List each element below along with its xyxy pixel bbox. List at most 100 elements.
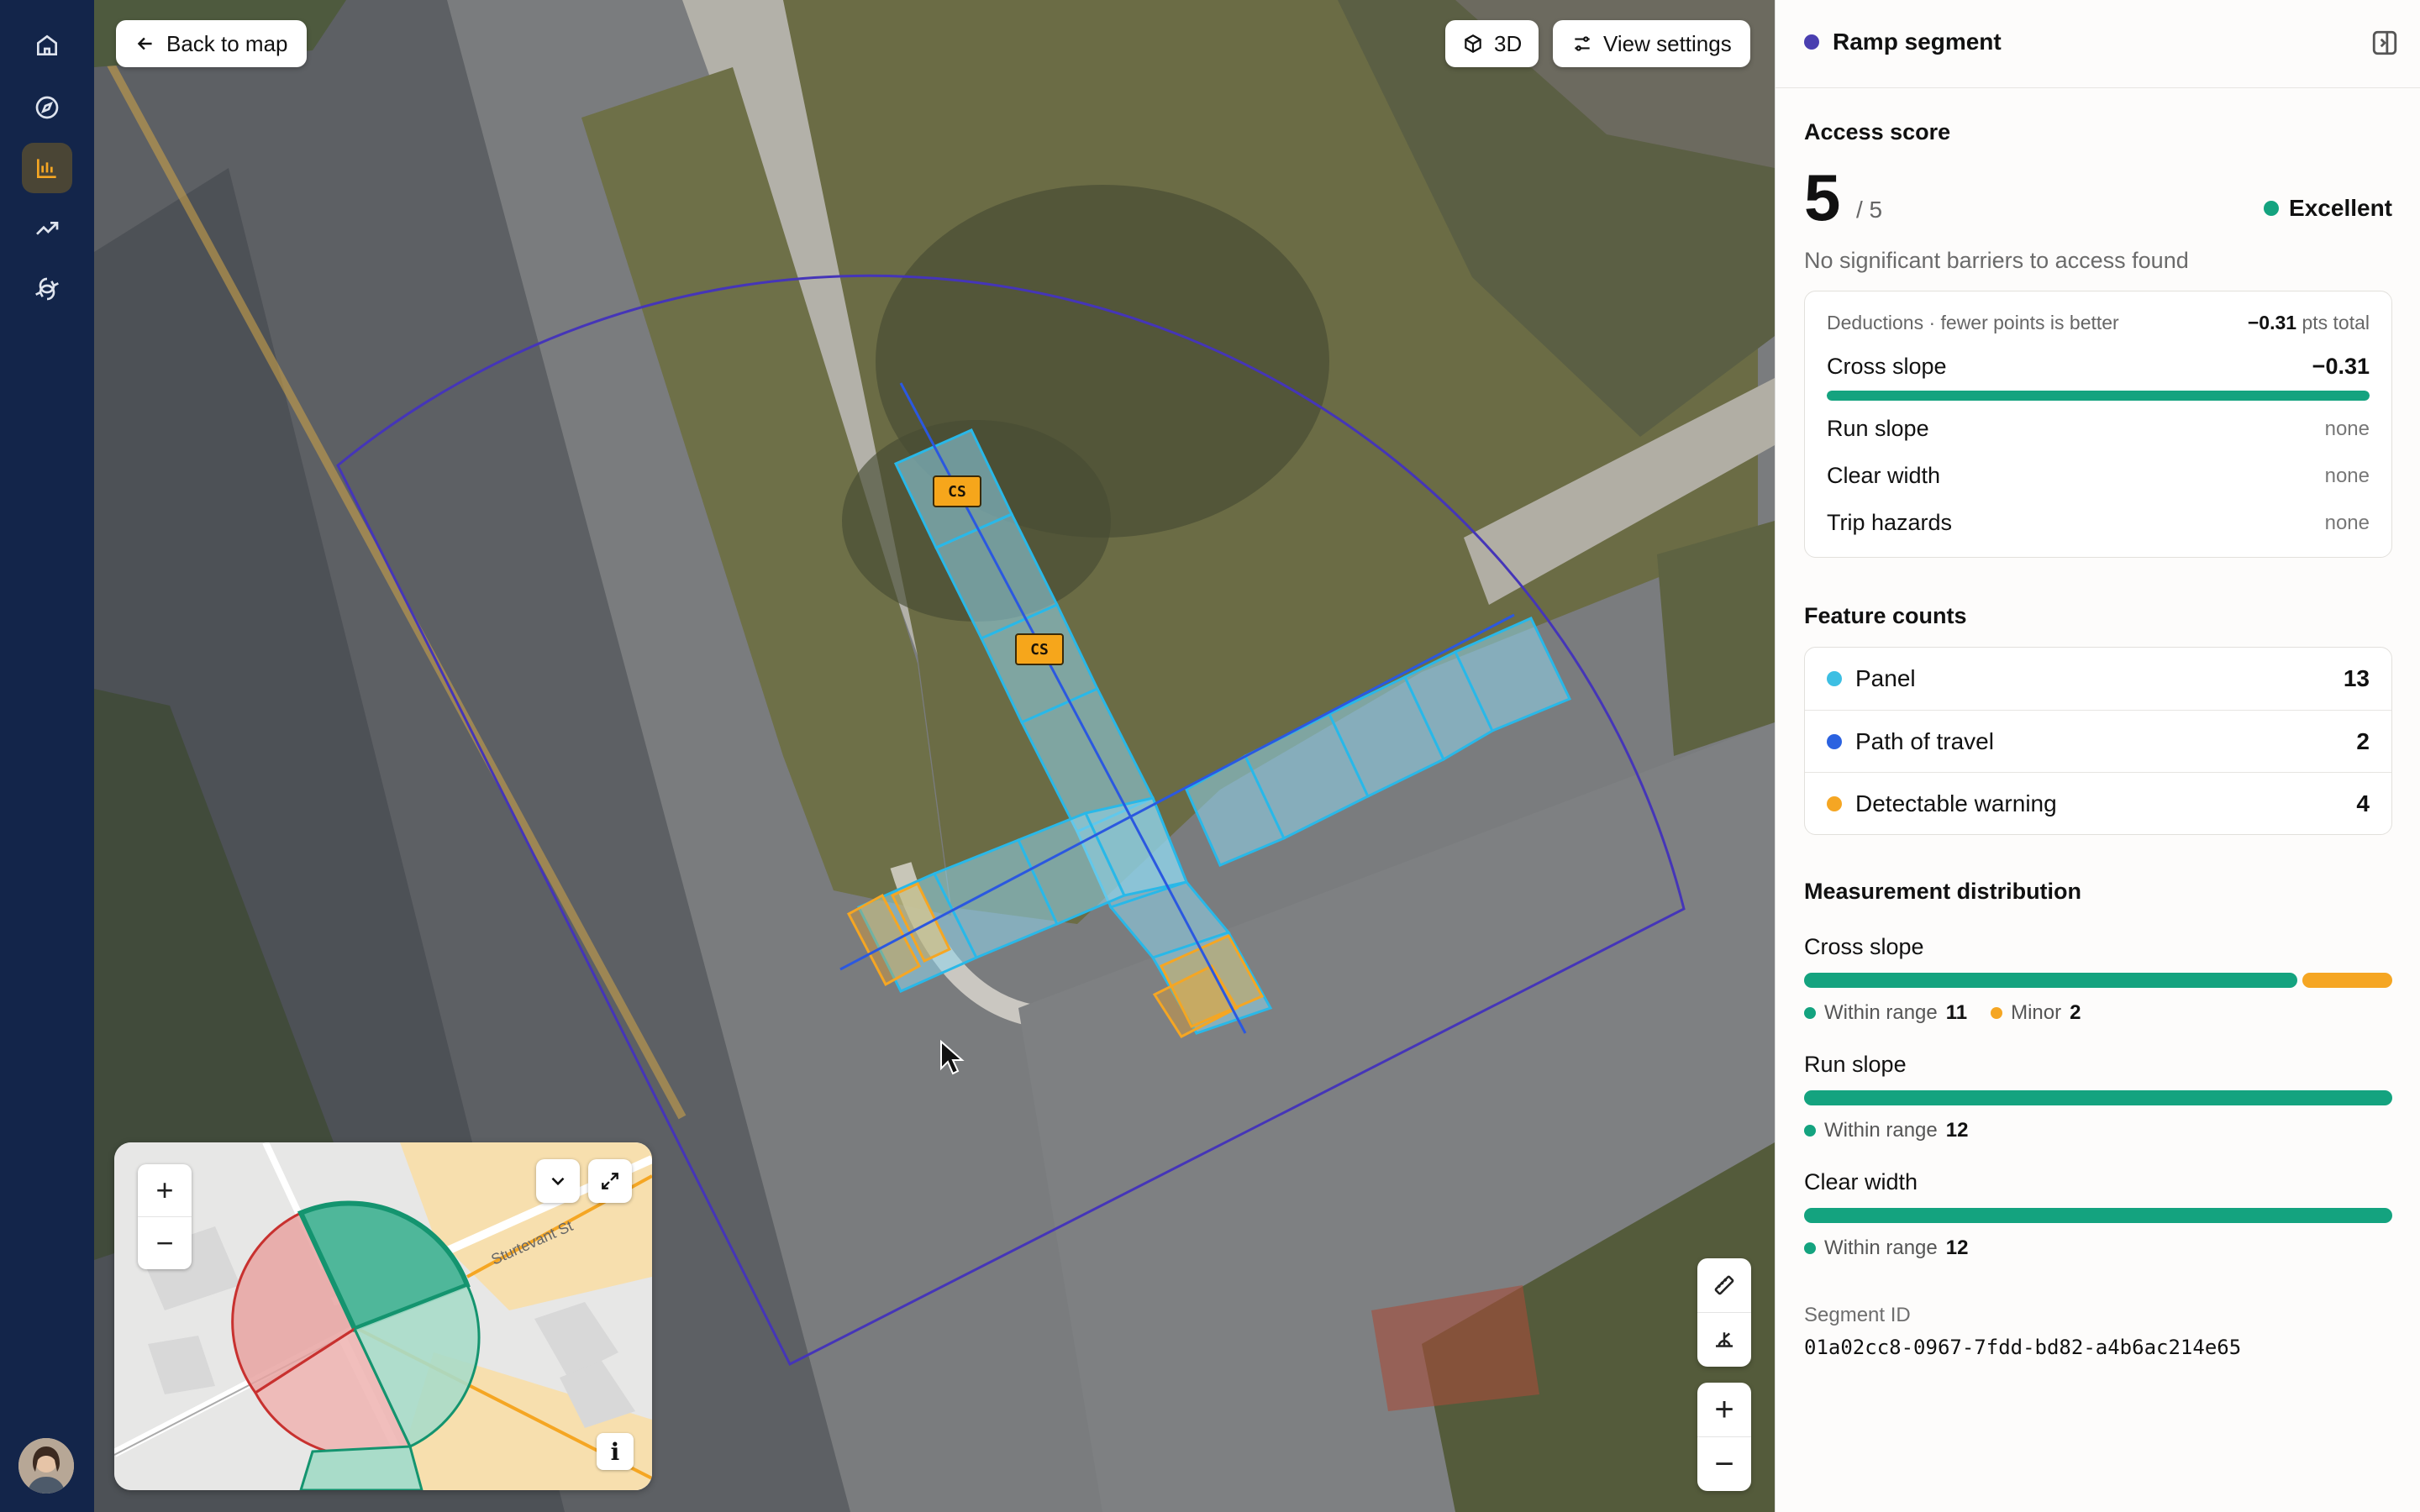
deduction-value: −0.31 bbox=[2312, 354, 2370, 379]
chevron-down-icon bbox=[551, 1177, 565, 1186]
ruler-icon bbox=[1714, 1275, 1734, 1295]
avatar[interactable] bbox=[18, 1438, 74, 1494]
minimap-expand-button[interactable] bbox=[588, 1159, 632, 1203]
deductions-card: Deductions · fewer points is better −0.3… bbox=[1804, 291, 2392, 558]
distribution-legend: Within range 11 Minor 2 bbox=[1804, 1001, 2096, 1025]
deduction-value: none bbox=[2324, 464, 2370, 487]
zoom-out-button[interactable]: − bbox=[1697, 1436, 1751, 1491]
within-range-count: 12 bbox=[1945, 1236, 1969, 1259]
panel-title-text: Ramp segment bbox=[1833, 29, 2002, 55]
minor-count: 2 bbox=[2070, 1001, 2081, 1024]
nav-explore[interactable] bbox=[22, 82, 72, 133]
route-icon bbox=[35, 277, 59, 301]
distribution-bar-run-slope bbox=[1804, 1090, 2392, 1105]
protractor-icon bbox=[1716, 1332, 1733, 1347]
feature-counts-card: Panel 13 Path of travel 2 Detectable war… bbox=[1804, 647, 2392, 835]
collapse-panel-icon[interactable] bbox=[2370, 29, 2399, 57]
view-3d-button[interactable]: 3D bbox=[1445, 20, 1539, 67]
deduction-label: Cross slope bbox=[1827, 354, 1947, 379]
ruler-tool-button[interactable] bbox=[1697, 1258, 1751, 1312]
view-3d-label: 3D bbox=[1494, 30, 1523, 56]
map-viewport[interactable]: CS CS Back to map 3D View settings + − S… bbox=[94, 0, 1775, 1512]
distribution-legend: Within range 12 bbox=[1804, 1119, 1983, 1142]
deduction-row-trip-hazards: Trip hazards none bbox=[1827, 510, 2370, 536]
within-range-label: Within range bbox=[1824, 1001, 1938, 1024]
cube-icon bbox=[1465, 34, 1481, 53]
within-range-label: Within range bbox=[1824, 1119, 1938, 1142]
minor-label: Minor bbox=[2011, 1001, 2062, 1024]
deduction-label: Trip hazards bbox=[1827, 510, 1953, 535]
nav-analytics[interactable] bbox=[22, 143, 72, 193]
minimap-info-button[interactable]: i bbox=[597, 1433, 634, 1470]
measurement-distribution-heading: Measurement distribution bbox=[1804, 879, 2082, 904]
rating-dot bbox=[2264, 201, 2280, 216]
distribution-label: Clear width bbox=[1804, 1169, 1918, 1194]
within-range-label: Within range bbox=[1824, 1236, 1938, 1259]
feature-count: 13 bbox=[2343, 665, 2370, 691]
expand-icon bbox=[602, 1173, 618, 1189]
within-range-segment bbox=[1804, 1208, 2392, 1223]
back-to-map-label: Back to map bbox=[166, 30, 288, 56]
minimap-collapse-button[interactable] bbox=[536, 1159, 580, 1203]
back-to-map-button[interactable]: Back to map bbox=[116, 20, 307, 67]
rating-label: Excellent bbox=[2289, 195, 2392, 221]
minimap-zoom-controls: + − bbox=[138, 1164, 192, 1269]
access-score-rating: Excellent bbox=[2264, 195, 2392, 222]
access-score-max: / 5 bbox=[1856, 197, 1883, 223]
distribution-label: Cross slope bbox=[1804, 934, 1924, 959]
warning-color-dot bbox=[1827, 796, 1842, 811]
feature-count: 2 bbox=[2356, 728, 2370, 754]
angle-tool-button[interactable] bbox=[1697, 1312, 1751, 1367]
feature-count-path-of-travel[interactable]: Path of travel 2 bbox=[1805, 710, 2391, 773]
minor-dot bbox=[1991, 1007, 2003, 1019]
deduction-row-run-slope: Run slope none bbox=[1827, 416, 2370, 442]
details-panel: Ramp segment Access score 5 / 5 Excellen… bbox=[1775, 0, 2420, 1512]
home-icon bbox=[37, 34, 57, 55]
distribution-bar-cross-slope bbox=[1804, 973, 2392, 988]
within-range-dot bbox=[1804, 1007, 1816, 1019]
access-score-description: No significant barriers to access found bbox=[1804, 248, 2189, 273]
deduction-value: none bbox=[2324, 511, 2370, 534]
feature-count-detectable-warning[interactable]: Detectable warning 4 bbox=[1805, 772, 2391, 835]
measure-tools bbox=[1697, 1258, 1751, 1367]
zoom-controls: + − bbox=[1697, 1383, 1751, 1491]
view-settings-label: View settings bbox=[1603, 30, 1732, 56]
distribution-label: Run slope bbox=[1804, 1052, 1907, 1077]
feature-counts-heading: Feature counts bbox=[1804, 603, 1967, 628]
minor-segment bbox=[2302, 973, 2392, 988]
nav-routes[interactable] bbox=[22, 264, 72, 314]
zoom-in-button[interactable]: + bbox=[1697, 1383, 1751, 1436]
within-range-dot bbox=[1804, 1242, 1816, 1254]
minimap[interactable]: Sturtevant St + − i bbox=[114, 1142, 652, 1490]
deduction-label: Clear width bbox=[1827, 463, 1941, 488]
trending-up-icon bbox=[36, 222, 59, 235]
path-color-dot bbox=[1827, 734, 1842, 749]
deduction-row-cross-slope: Cross slope −0.31 bbox=[1827, 354, 2370, 380]
distribution-legend: Within range 12 bbox=[1804, 1236, 1983, 1260]
within-range-count: 11 bbox=[1945, 1001, 1968, 1024]
feature-count-panel[interactable]: Panel 13 bbox=[1805, 648, 2391, 710]
compass-icon bbox=[35, 96, 59, 119]
access-score-value: 5 bbox=[1804, 160, 1841, 234]
minimap-zoom-out[interactable]: − bbox=[138, 1216, 192, 1269]
feature-label: Detectable warning bbox=[1855, 790, 2057, 816]
arrow-left-icon bbox=[137, 37, 152, 50]
panel-color-dot bbox=[1827, 671, 1842, 686]
segment-id-value[interactable]: 01a02cc8-0967-7fdd-bd82-a4b6ac214e65 bbox=[1804, 1336, 2241, 1359]
minimap-zoom-in[interactable]: + bbox=[138, 1164, 192, 1216]
within-range-segment bbox=[1804, 1090, 2392, 1105]
view-settings-button[interactable]: View settings bbox=[1553, 20, 1750, 67]
cross-slope-tag[interactable]: CS bbox=[1015, 633, 1064, 665]
feature-label: Panel bbox=[1855, 665, 1916, 691]
bar-chart-icon bbox=[37, 159, 56, 178]
cross-slope-tag[interactable]: CS bbox=[933, 475, 981, 507]
segment-id-label: Segment ID bbox=[1804, 1304, 1911, 1326]
feature-count: 4 bbox=[2356, 790, 2370, 816]
deduction-label: Run slope bbox=[1827, 416, 1929, 441]
access-score-heading: Access score bbox=[1804, 119, 1951, 144]
nav-home[interactable] bbox=[22, 20, 72, 71]
deductions-header: Deductions · fewer points is better −0.3… bbox=[1827, 312, 2370, 334]
nav-trends[interactable] bbox=[22, 203, 72, 254]
within-range-dot bbox=[1804, 1125, 1816, 1137]
distribution-bar-clear-width bbox=[1804, 1208, 2392, 1223]
